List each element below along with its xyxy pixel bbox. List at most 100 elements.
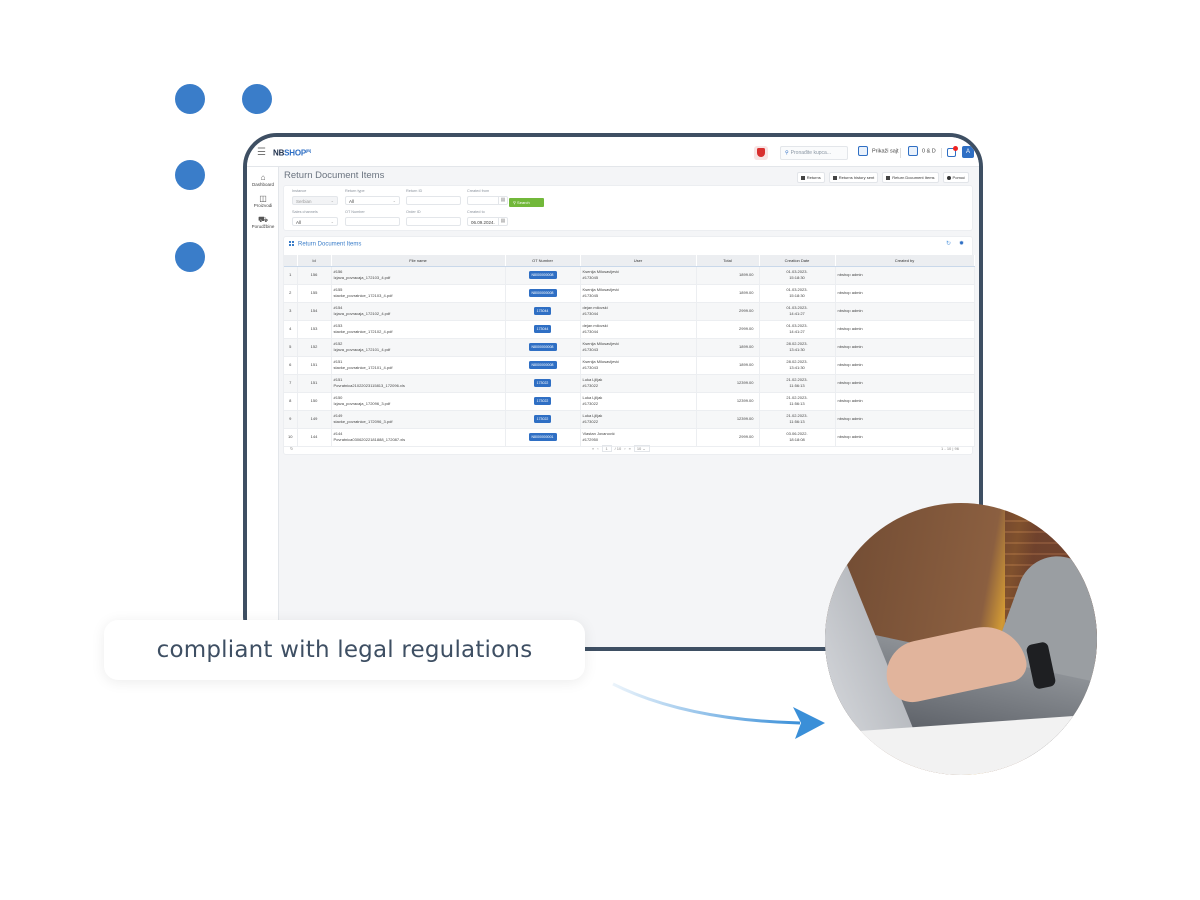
decor-dot <box>175 84 205 114</box>
return-document-items-button[interactable]: Return Document Items <box>882 172 939 183</box>
refresh-icon[interactable]: ↻ <box>946 240 951 247</box>
row-file: #151 stavke_povratnice_172101_4.pdf <box>331 356 506 375</box>
row-total: 1899.00 <box>696 284 760 303</box>
order-id-input[interactable] <box>406 217 461 226</box>
table-row[interactable]: 4 153 #153 stavke_povratnice_172102_4.pdf 17… <box>284 320 975 339</box>
ot-number-badge[interactable]: N8000000008 <box>528 361 557 369</box>
chevron-down-icon: ⌄ <box>330 198 334 203</box>
file-name-link[interactable]: Izjava_povracaja_172102_4.pdf <box>334 311 503 317</box>
column-header-created-by[interactable]: Created by <box>835 255 975 267</box>
hamburger-menu-icon[interactable]: ☰ <box>257 147 266 158</box>
row-user: Ksenija Milosavljević #173045 <box>580 284 697 303</box>
chevron-down-icon: ⌄ <box>330 219 334 224</box>
sales-channels-select[interactable]: All ⌄ <box>292 217 338 226</box>
table-row[interactable]: 6 151 #151 stavke_povratnice_172101_4.pdf N8… <box>284 356 975 375</box>
last-page-button[interactable]: » <box>629 446 631 451</box>
search-button[interactable]: ⚲ Search <box>509 198 544 207</box>
table-row[interactable]: 5 152 #152 Izjava_povracaja_172101_4.pdf N80… <box>284 338 975 357</box>
header-actions: Returns Returns history sent Return Docu… <box>796 172 969 183</box>
user-id: #173043 <box>582 347 599 352</box>
column-header-user[interactable]: User <box>580 255 697 267</box>
column-header-creation-date[interactable]: Creation Date <box>759 255 836 267</box>
calendar-icon[interactable]: ▦ <box>498 217 507 226</box>
created-from-input[interactable]: ▦ <box>467 196 508 205</box>
table-row[interactable]: 2 155 #155 stavke_povratnice_172103_4.pdf N8… <box>284 284 975 303</box>
page-number-input[interactable]: 1 <box>601 445 612 452</box>
pagination: « ‹ 1 / 10 › » 10 ⌄ <box>592 445 650 452</box>
file-name-link[interactable]: stavke_povratnice_172103_4.pdf <box>334 293 503 299</box>
sidebar-item-products[interactable]: ◫ Proizvodi <box>247 194 279 208</box>
cart-icon: ⛟ <box>257 215 269 224</box>
row-index: 2 <box>284 284 298 303</box>
first-page-button[interactable]: « <box>592 446 594 451</box>
help-button[interactable]: Pomoć <box>942 172 969 183</box>
table-row[interactable]: 3 154 #154 Izjava_povracaja_172102_4.pdf 173… <box>284 302 975 321</box>
nbshop-logo[interactable]: NBSHOP[B] <box>273 148 311 158</box>
ot-number-badge[interactable]: N8000000001 <box>528 433 557 441</box>
table-row[interactable]: 7 151 #151 Povratnica21022023115813_172096.… <box>284 374 975 393</box>
file-name-link[interactable]: stavke_povratnice_172096_3.pdf <box>334 419 503 425</box>
row-creation-date: 21.02.2023. 11:56:13 <box>759 410 836 429</box>
shield-icon[interactable] <box>754 146 768 160</box>
ot-number-badge[interactable]: 173044 <box>533 307 552 315</box>
ot-number-badge[interactable]: 173022 <box>533 379 552 387</box>
row-user: Ksenija Milosavljević #173045 <box>580 266 697 285</box>
table-row[interactable]: 1 156 #156 Izjava_povracaja_172103_4.pdf N80… <box>284 266 975 285</box>
next-page-button[interactable]: › <box>624 446 625 451</box>
view-site-link[interactable]: Prikaži sajt <box>858 146 899 156</box>
page-title: Return Document Items <box>284 170 385 181</box>
column-header-ot-number[interactable]: OT Number <box>505 255 581 267</box>
ot-number-badge[interactable]: 173022 <box>533 415 552 423</box>
column-header-file-name[interactable]: File name <box>331 255 506 267</box>
page-size-select[interactable]: 10 ⌄ <box>633 445 650 452</box>
return-id-input[interactable] <box>406 196 461 205</box>
notifications-icon[interactable] <box>947 146 958 157</box>
row-ot-number: 173022 <box>505 410 581 429</box>
calendar-icon[interactable]: ▦ <box>498 196 507 205</box>
table-header-row: Id File name OT Number User Total Creati… <box>284 255 975 267</box>
row-user: dejan milovski #173044 <box>580 320 697 339</box>
column-header-id[interactable]: Id <box>297 255 332 267</box>
file-name-link[interactable]: stavke_povratnice_172101_4.pdf <box>334 365 503 371</box>
reload-icon[interactable]: ↻ <box>290 446 293 451</box>
returns-button[interactable]: Returns <box>796 172 825 183</box>
prev-page-button[interactable]: ‹ <box>597 446 598 451</box>
column-header-total[interactable]: Total <box>696 255 760 267</box>
table-panel: Return Document Items ↻ ✹ Id File name O… <box>283 236 975 455</box>
ot-number-badge[interactable]: 173022 <box>533 397 552 405</box>
row-creation-date: 01.03.2023. 14:41:27 <box>759 302 836 321</box>
arrow-icon <box>612 682 825 739</box>
instance-select[interactable]: Serbian ⌄ <box>292 196 338 205</box>
gear-icon[interactable]: ✹ <box>959 240 964 247</box>
avatar[interactable]: A <box>962 146 974 158</box>
file-name-link[interactable]: Izjava_povracaja_172103_4.pdf <box>334 275 503 281</box>
divider <box>900 148 901 158</box>
ot-number-badge[interactable]: N8000000008 <box>528 271 557 279</box>
ot-number-badge[interactable]: N8000000008 <box>528 343 557 351</box>
user-id: #173044 <box>582 329 599 334</box>
file-name-link[interactable]: Izjava_povracaja_172096_3.pdf <box>334 401 503 407</box>
home-icon: ⌂ <box>260 173 266 182</box>
file-name-link[interactable]: stavke_povratnice_172102_4.pdf <box>334 329 503 335</box>
row-ot-number: 173022 <box>505 374 581 393</box>
created-to-input[interactable]: 06.09.2024. ▦ <box>467 217 508 226</box>
ot-number-badge[interactable]: 173044 <box>533 325 552 333</box>
return-id-label: Return ID <box>406 189 423 193</box>
table-row[interactable]: 9 149 #149 stavke_povratnice_172096_3.pdf 17… <box>284 410 975 429</box>
returns-history-button[interactable]: Returns history sent <box>828 172 879 183</box>
file-name-link[interactable]: Povratnica21022023115813_172096.xls <box>334 383 503 389</box>
customer-search-input[interactable]: ⚲ Pronađite kupca... <box>780 146 848 160</box>
row-ot-number: N8000000008 <box>505 356 581 375</box>
filter-panel: Instance Serbian ⌄ Return type All ⌄ Retur… <box>283 185 973 231</box>
sidebar-item-dashboard[interactable]: ⌂ Dashboard <box>247 173 279 187</box>
time: 13:41:30 <box>789 347 805 352</box>
row-creation-date: 01.03.2023. 14:41:27 <box>759 320 836 339</box>
sidebar-item-orders[interactable]: ⛟ Porudžbine <box>247 215 279 229</box>
row-created-by: nbshop admin <box>835 302 975 321</box>
ot-number-badge[interactable]: N8000000008 <box>528 289 557 297</box>
ot-number-input[interactable] <box>345 217 400 226</box>
user-menu[interactable]: 0 & D <box>908 146 936 156</box>
return-type-select[interactable]: All ⌄ <box>345 196 400 205</box>
table-row[interactable]: 8 150 #150 Izjava_povracaja_172096_3.pdf 173… <box>284 392 975 411</box>
file-name-link[interactable]: Izjava_povracaja_172101_4.pdf <box>334 347 503 353</box>
